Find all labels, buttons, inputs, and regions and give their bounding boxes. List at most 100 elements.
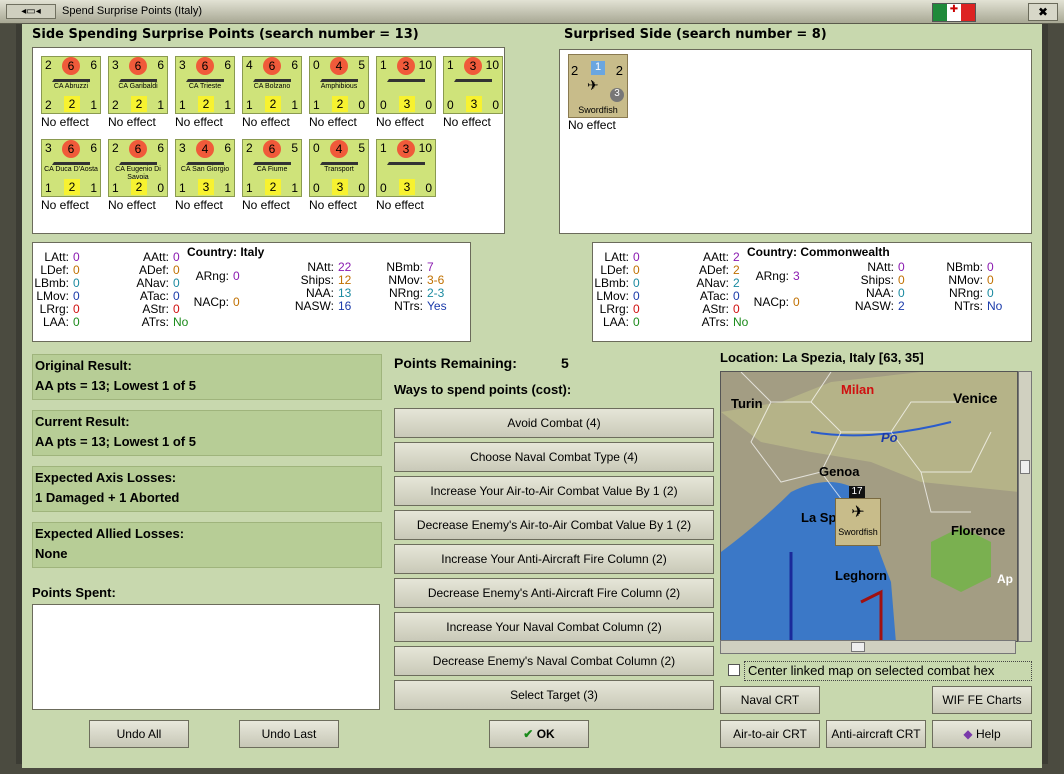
close-button[interactable]: ✖	[1028, 3, 1058, 21]
commonwealth-stats-box: Country: Commonwealth LAtt: 0 LDef: 0 LBmb: 0…	[592, 242, 1032, 342]
unit-effect: No effect	[309, 115, 357, 129]
stat-label: NTrs:	[394, 299, 423, 313]
expected-axis-losses: Expected Axis Losses: 1 Damaged + 1 Abort…	[32, 466, 382, 512]
stat-value: 0	[793, 295, 800, 309]
stat-label: ARng:	[195, 269, 229, 283]
checkmark-icon: ✔	[523, 727, 534, 741]
unit-counter[interactable]: 2 6 6 CA Abruzzi 2 2 1	[41, 56, 101, 114]
spend-option-button[interactable]: Decrease Enemy's Anti-Aircraft Fire Colu…	[394, 578, 714, 608]
ship-silhouette-icon	[52, 158, 90, 165]
unit-effect: No effect	[41, 198, 89, 212]
center-map-label[interactable]: Center linked map on selected combat hex	[744, 661, 1032, 681]
stat-label: LAA:	[42, 315, 69, 329]
naval-crt-button[interactable]: Naval CRT	[720, 686, 820, 714]
title-bar: ◂▭◂ Spend Surprise Points (Italy) ✚ ✖	[0, 0, 1064, 24]
air-to-air-crt-button[interactable]: Air-to-air CRT	[720, 720, 820, 748]
unit-effect: No effect	[309, 198, 357, 212]
ship-silhouette-icon	[454, 75, 492, 82]
ship-silhouette-icon	[320, 158, 358, 165]
stat-label: ATrs:	[701, 315, 729, 329]
unit-counter-swordfish[interactable]: 2 1 2 ✈ 3 Swordfish	[568, 54, 628, 118]
unit-effect: No effect	[376, 115, 424, 129]
ship-silhouette-icon	[186, 75, 224, 82]
unit-counter[interactable]: 1 3 10 0 3 0	[376, 139, 436, 197]
city-la-spezia: La Sp	[801, 510, 837, 525]
ship-silhouette-icon	[387, 75, 425, 82]
unit-counter[interactable]: 3 4 6 CA San Giorgio 1 3 1	[175, 139, 235, 197]
spend-option-button[interactable]: Increase Your Anti-Aircraft Fire Column …	[394, 544, 714, 574]
current-result: Current Result: AA pts = 13; Lowest 1 of …	[32, 410, 382, 456]
unit-counter[interactable]: 3 6 6 CA Duca D'Aosta 1 2 1	[41, 139, 101, 197]
spend-option-button[interactable]: Decrease Enemy's Naval Combat Column (2)	[394, 646, 714, 676]
undo-all-button[interactable]: Undo All	[89, 720, 189, 748]
points-spent-label: Points Spent:	[32, 585, 116, 600]
map-unit-swordfish[interactable]: ✈ Swordfish	[835, 498, 881, 546]
points-remaining-label: Points Remaining:	[394, 355, 517, 371]
map-vertical-scrollbar[interactable]	[1018, 371, 1032, 642]
stat-label: NTrs:	[954, 299, 983, 313]
unit-counter[interactable]: 0 4 5 Transport 0 3 0	[309, 139, 369, 197]
spend-option-button[interactable]: Select Target (3)	[394, 680, 714, 710]
swordfish-effect: No effect	[568, 118, 616, 132]
stat-label: NACp:	[193, 295, 229, 309]
dialog-client: Side Spending Surprise Points (search nu…	[22, 24, 1042, 768]
linked-map[interactable]: Turin Milan Venice Genoa La Sp Florence …	[720, 371, 1018, 642]
stack-count-badge: 17	[849, 486, 865, 498]
italy-stats-box: Country: Italy LAtt: 0 LDef: 0 LBmb: 0 LMov: 0 L…	[32, 242, 471, 342]
undo-last-button[interactable]: Undo Last	[239, 720, 339, 748]
city-turin: Turin	[731, 396, 763, 411]
stat-value: 0	[233, 295, 240, 309]
expected-allied-losses: Expected Allied Losses: None	[32, 522, 382, 568]
original-result: Original Result: AA pts = 13; Lowest 1 of…	[32, 354, 382, 400]
spend-option-button[interactable]: Decrease Enemy's Air-to-Air Combat Value…	[394, 510, 714, 540]
wif-charts-button[interactable]: WIF FE Charts	[932, 686, 1032, 714]
location-label: Location: La Spezia, Italy [63, 35]	[720, 350, 924, 365]
points-spent-list[interactable]	[32, 604, 380, 710]
unit-counter[interactable]: 2 6 6 CA Eugenio Di Savoia 1 2 0	[108, 139, 168, 197]
ship-silhouette-icon	[320, 75, 358, 82]
stat-label: NACp:	[753, 295, 789, 309]
unit-effect: No effect	[175, 198, 223, 212]
unit-effect: No effect	[242, 198, 290, 212]
stat-value: 2	[898, 299, 905, 313]
stat-value: No	[173, 315, 189, 329]
stat-label: ARng:	[755, 269, 789, 283]
spend-option-button[interactable]: Increase Your Naval Combat Column (2)	[394, 612, 714, 642]
unit-counter[interactable]: 2 6 5 CA Fiume 1 2 1	[242, 139, 302, 197]
help-book-icon: ◆	[963, 727, 973, 741]
unit-counter[interactable]: 3 6 6 CA Trieste 1 2 1	[175, 56, 235, 114]
anti-aircraft-crt-button[interactable]: Anti-aircraft CRT	[826, 720, 926, 748]
city-florence: Florence	[951, 523, 1006, 538]
stat-value: 0	[233, 269, 240, 283]
ship-silhouette-icon	[253, 75, 291, 82]
unit-counter[interactable]: 4 6 6 CA Bolzano 1 2 1	[242, 56, 302, 114]
help-button[interactable]: ◆ Help	[932, 720, 1032, 748]
stat-value: 3	[793, 269, 800, 283]
unit-effect: No effect	[41, 115, 89, 129]
surprised-units-box: 2 1 2 ✈ 3 Swordfish No effect	[559, 49, 1032, 234]
map-horizontal-scrollbar[interactable]	[720, 640, 1016, 654]
stat-label: NASW:	[854, 299, 894, 313]
spend-option-button[interactable]: Avoid Combat (4)	[394, 408, 714, 438]
stat-value: 0	[73, 315, 80, 329]
unit-effect: No effect	[443, 115, 491, 129]
points-remaining-value: 5	[561, 355, 569, 371]
city-ap: Ap	[997, 572, 1013, 586]
unit-counter[interactable]: 3 6 6 CA Garibaldi 2 2 1	[108, 56, 168, 114]
spend-option-button[interactable]: Choose Naval Combat Type (4)	[394, 442, 714, 472]
stat-value: 16	[338, 299, 352, 313]
right-panel-heading: Surprised Side (search number = 8)	[564, 27, 827, 42]
spend-option-button[interactable]: Increase Your Air-to-Air Combat Value By…	[394, 476, 714, 506]
stat-value: No	[733, 315, 749, 329]
ship-silhouette-icon	[387, 158, 425, 165]
ok-button[interactable]: ✔ OK	[489, 720, 589, 748]
ship-silhouette-icon	[119, 158, 157, 165]
center-map-checkbox[interactable]	[728, 664, 740, 676]
unit-counter[interactable]: 1 3 10 0 3 0	[443, 56, 503, 114]
unit-counter[interactable]: 0 4 5 Amphibious 1 2 0	[309, 56, 369, 114]
city-venice: Venice	[953, 390, 998, 406]
window-menu-icon[interactable]: ◂▭◂	[6, 4, 56, 19]
ship-silhouette-icon	[186, 158, 224, 165]
unit-counter[interactable]: 1 3 10 0 3 0	[376, 56, 436, 114]
river-po: Po	[881, 430, 898, 445]
